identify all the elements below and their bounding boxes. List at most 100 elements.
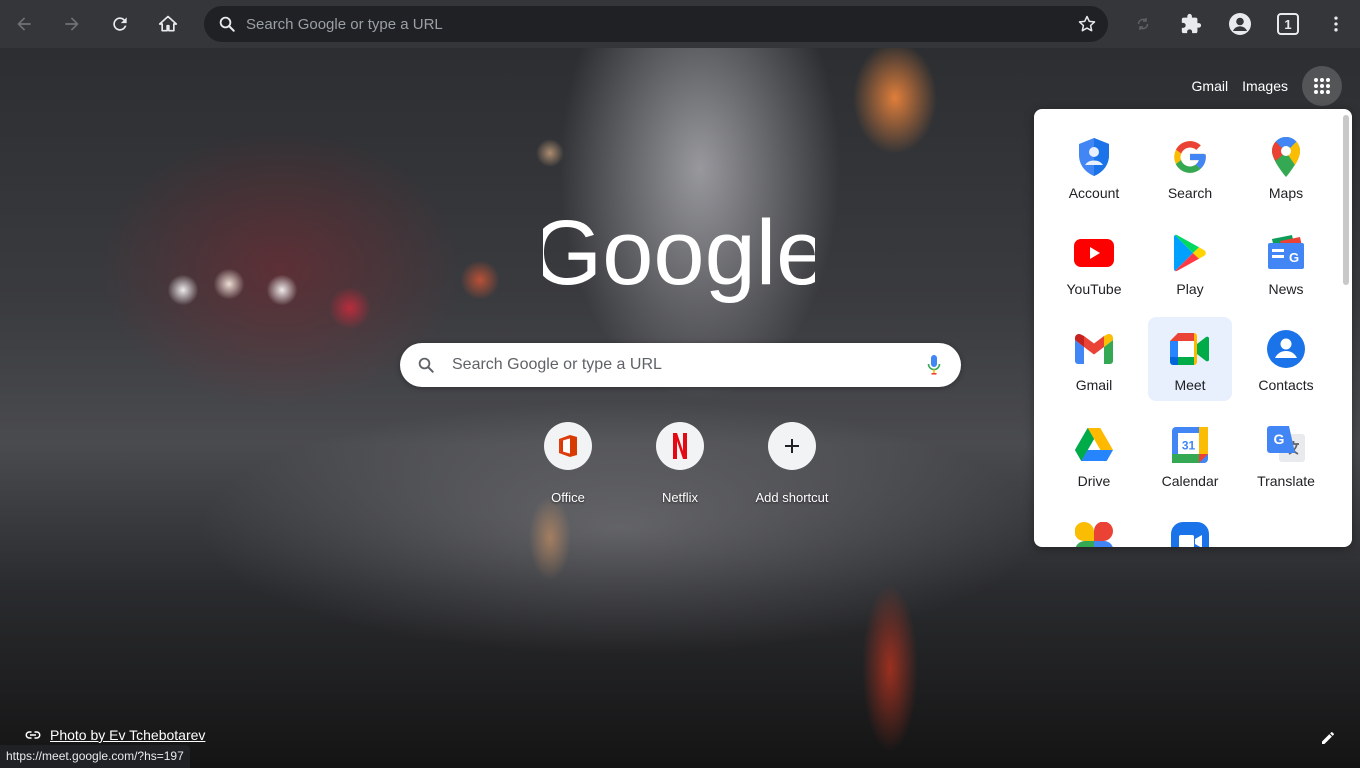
tab-count-badge: 1 (1277, 13, 1299, 35)
shortcut-label: Office (551, 490, 585, 505)
app-label: YouTube (1066, 281, 1122, 297)
app-play[interactable]: Play (1148, 221, 1232, 305)
calendar-date-text: 31 (1182, 439, 1196, 453)
news-icon: G (1268, 235, 1304, 269)
more-vert-icon (1334, 16, 1338, 32)
google-apps-button[interactable] (1302, 66, 1342, 106)
shortcut-label: Netflix (661, 490, 699, 505)
profile-button[interactable] (1224, 8, 1256, 40)
home-button[interactable] (152, 8, 184, 40)
app-contacts[interactable]: Contacts (1244, 317, 1328, 401)
app-drive[interactable]: Drive (1052, 413, 1136, 497)
app-photos[interactable] (1052, 509, 1136, 547)
shortcut-office[interactable]: Office (512, 422, 624, 534)
duo-icon (1171, 522, 1209, 547)
translate-icon: G (1267, 426, 1305, 462)
forward-button[interactable] (56, 8, 88, 40)
netflix-icon (673, 433, 687, 459)
app-gmail[interactable]: Gmail (1052, 317, 1136, 401)
app-label: Gmail (1075, 377, 1113, 393)
play-icon (1174, 234, 1206, 272)
search-icon (418, 357, 434, 373)
app-duo[interactable] (1148, 509, 1232, 547)
maps-icon (1272, 137, 1300, 177)
back-button[interactable] (8, 8, 40, 40)
home-icon (158, 15, 178, 32)
back-arrow-icon (17, 17, 31, 31)
images-link[interactable]: Images (1242, 78, 1288, 94)
calendar-icon: 31 (1172, 427, 1208, 463)
shortcut-icon-container (656, 422, 704, 470)
profile-avatar-icon (1229, 13, 1251, 35)
app-label: News (1268, 281, 1304, 297)
sync-icon (1137, 18, 1149, 30)
google-logo: Google (543, 202, 815, 304)
shortcut-icon-container (768, 422, 816, 470)
ntp-header-links: Gmail Images (1192, 66, 1342, 106)
google-logo-text: Google (543, 202, 815, 304)
app-label: Search (1167, 185, 1213, 201)
app-label: Drive (1077, 473, 1111, 489)
svg-text:G: G (1274, 431, 1285, 447)
reload-icon (113, 17, 127, 31)
apps-grid-icon (1314, 78, 1330, 94)
photo-attribution-link[interactable]: Photo by Ev Tchebotarev (50, 727, 205, 743)
star-icon (1078, 15, 1096, 32)
app-label: Account (1068, 185, 1120, 201)
voice-search-button[interactable] (927, 355, 941, 380)
search-icon (219, 16, 235, 32)
app-label: Meet (1174, 377, 1206, 393)
app-translate[interactable]: G Translate (1244, 413, 1328, 497)
browser-toolbar: 1 (0, 0, 1360, 48)
reload-button[interactable] (104, 8, 136, 40)
account-icon (1079, 138, 1109, 176)
app-calendar[interactable]: 31 Calendar (1148, 413, 1232, 497)
app-maps[interactable]: Maps (1244, 125, 1328, 209)
office-icon (559, 435, 577, 457)
app-meet[interactable]: Meet (1148, 317, 1232, 401)
gmail-icon (1075, 334, 1113, 364)
omnibox[interactable] (204, 6, 1108, 42)
youtube-icon (1074, 239, 1114, 267)
app-account[interactable]: Account (1052, 125, 1136, 209)
apps-grid: Account Search Maps YouTube Play G News … (1052, 125, 1328, 547)
customize-page-button[interactable] (1318, 728, 1338, 748)
photos-icon (1075, 522, 1113, 547)
pencil-icon (1322, 732, 1334, 744)
app-label: Translate (1257, 473, 1315, 489)
contacts-icon (1267, 330, 1305, 368)
app-label: Calendar (1161, 473, 1219, 489)
ntp-search-box[interactable] (400, 343, 961, 387)
omnibox-input[interactable] (246, 6, 1046, 42)
svg-text:G: G (1289, 250, 1299, 265)
app-news[interactable]: G News (1244, 221, 1328, 305)
chrome-menu-button[interactable] (1320, 8, 1352, 40)
background-attribution: Photo by Ev Tchebotarev (24, 726, 205, 744)
google-apps-panel: Account Search Maps YouTube Play G News … (1034, 109, 1352, 547)
ntp-search-input[interactable] (452, 343, 912, 387)
link-icon (25, 731, 41, 739)
plus-icon (785, 439, 799, 453)
meet-icon (1170, 333, 1209, 365)
extensions-button[interactable] (1175, 8, 1207, 40)
shortcut-netflix[interactable]: Netflix (624, 422, 736, 534)
google-g-icon (1174, 141, 1206, 173)
microphone-icon (927, 355, 941, 375)
most-visited-shortcuts: Office Netflix Add shortcut (512, 422, 848, 534)
bookmark-button[interactable] (1076, 13, 1098, 35)
apps-panel-scrollbar[interactable] (1343, 115, 1349, 285)
puzzle-icon (1181, 13, 1202, 34)
app-youtube[interactable]: YouTube (1052, 221, 1136, 305)
add-shortcut-button[interactable]: Add shortcut (736, 422, 848, 534)
forward-arrow-icon (65, 17, 79, 31)
tab-search-button[interactable]: 1 (1272, 8, 1304, 40)
app-search[interactable]: Search (1148, 125, 1232, 209)
app-label: Maps (1268, 185, 1304, 201)
drive-icon (1075, 428, 1113, 461)
shortcut-icon-container (544, 422, 592, 470)
shortcut-label: Add shortcut (755, 490, 829, 505)
app-label: Play (1176, 281, 1204, 297)
sync-extension-button[interactable] (1127, 8, 1159, 40)
gmail-link[interactable]: Gmail (1192, 78, 1229, 94)
status-bubble-url: https://meet.google.com/?hs=197 (0, 745, 190, 768)
